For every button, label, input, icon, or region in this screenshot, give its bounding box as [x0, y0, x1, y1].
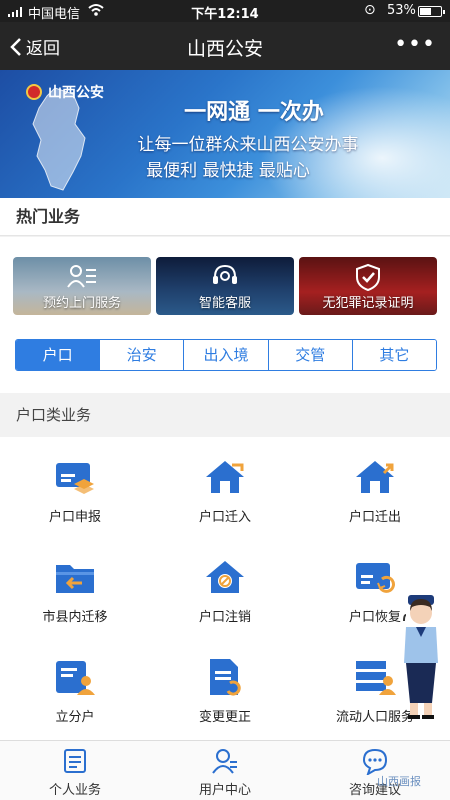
tab-label: 个人业务: [48, 783, 101, 798]
service-split-household[interactable]: 立分户: [0, 637, 150, 737]
floating-population-icon: [356, 661, 396, 695]
banner-slogan-1: 一网通 一次办: [184, 100, 324, 125]
tab-traffic[interactable]: 交管: [267, 340, 352, 370]
tab-exit-entry[interactable]: 出入境: [183, 340, 268, 370]
hot-card-label: 预约上门服务: [42, 296, 121, 311]
split-household-icon: [56, 661, 95, 695]
category-title: 户口类业务: [0, 393, 450, 437]
banner-brand-text: 山西公安: [48, 85, 104, 101]
tab-household[interactable]: 户口: [16, 340, 100, 370]
service-grid: 户口申报 户口迁入 户口迁出 市县内迁移 户口注销 户口恢复 立分户 变更更正 …: [0, 437, 450, 740]
service-label: 立分户: [55, 710, 95, 725]
house-in-icon: [206, 461, 244, 493]
hot-card-no-crime-certificate[interactable]: 无犯罪记录证明: [299, 257, 437, 315]
personal-business-icon: [64, 749, 86, 773]
service-label: 变更更正: [198, 710, 251, 725]
hot-services-title: 热门业务: [0, 198, 450, 236]
chat-icon: [362, 748, 388, 775]
tab-user-center[interactable]: 用户中心: [150, 741, 300, 800]
house-out-icon: [356, 461, 394, 493]
hot-card-smart-service[interactable]: 智能客服: [156, 257, 294, 315]
user-card-icon: [67, 265, 96, 288]
service-label: 户口申报: [48, 510, 101, 525]
page-title: 山西公安: [186, 38, 263, 60]
service-household-move-out[interactable]: 户口迁出: [300, 437, 450, 537]
service-label: 市县内迁移: [42, 610, 108, 625]
bottom-tab-bar: 个人业务 用户中心 咨询建议: [0, 740, 450, 800]
user-center-icon: [212, 749, 237, 774]
watermark: 山西画报: [377, 775, 421, 788]
assistant-avatar[interactable]: [398, 585, 446, 720]
banner-slogan-3: 最便利 最快捷 最贴心: [146, 161, 310, 181]
shield-check-icon: [356, 263, 380, 291]
status-bar: 中国电信 下午12:14 ⊙ 53%: [0, 0, 450, 22]
headset-icon: [213, 264, 237, 284]
rotation-lock-icon: ⊙: [364, 2, 376, 18]
category-tabs: 户口 治安 出入境 交管 其它: [15, 339, 437, 371]
hot-card-home-service[interactable]: 预约上门服务: [13, 257, 151, 315]
more-menu-button[interactable]: •••: [394, 32, 436, 57]
service-change-correct[interactable]: 变更更正: [150, 637, 300, 737]
hot-card-label: 无犯罪记录证明: [322, 296, 414, 311]
document-edit-icon: [210, 659, 241, 696]
service-intra-city-move[interactable]: 市县内迁移: [0, 537, 150, 637]
service-household-declare[interactable]: 户口申报: [0, 437, 150, 537]
service-household-cancel[interactable]: 户口注销: [150, 537, 300, 637]
service-label: 户口迁入: [198, 510, 251, 525]
nav-bar: 返回 山西公安 •••: [0, 22, 450, 70]
service-label: 户口迁出: [348, 510, 401, 525]
tab-public-security[interactable]: 治安: [99, 340, 184, 370]
tab-personal-business[interactable]: 个人业务: [0, 741, 150, 800]
banner-brand: 山西公安: [26, 82, 104, 102]
status-time: 下午12:14: [191, 7, 259, 22]
tab-label: 咨询建议: [348, 783, 401, 798]
house-cancel-icon: [206, 561, 244, 593]
shanxi-map-graphic: [32, 87, 86, 191]
hot-card-label: 智能客服: [198, 296, 251, 311]
police-emblem-icon: [26, 84, 42, 100]
tab-label: 用户中心: [198, 783, 251, 798]
service-label: 户口注销: [198, 610, 251, 625]
tab-other[interactable]: 其它: [351, 340, 436, 370]
tab-consult[interactable]: 咨询建议: [300, 741, 450, 800]
folder-move-icon: [56, 565, 94, 593]
banner-slogan-2: 让每一位群众来山西公安办事: [137, 135, 359, 155]
card-restore-icon: [356, 563, 395, 593]
id-card-icon: [56, 463, 94, 494]
hot-services-area: 预约上门服务 智能客服 无犯罪记录证明 户口 治安 出入境 交管 其它: [0, 237, 450, 393]
service-household-move-in[interactable]: 户口迁入: [150, 437, 300, 537]
battery-icon: [418, 6, 445, 17]
battery-percent: 53%: [387, 3, 416, 18]
